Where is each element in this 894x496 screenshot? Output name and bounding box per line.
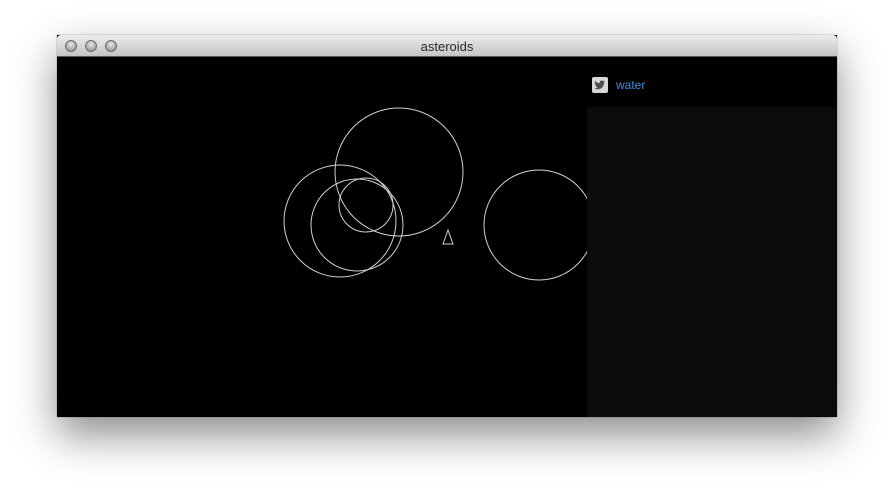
- window-content: water: [57, 57, 837, 417]
- twitter-panel: water: [587, 57, 837, 417]
- asteroid: [483, 169, 595, 281]
- twitter-icon: [592, 77, 608, 93]
- twitter-panel-header: water: [587, 57, 837, 107]
- window-title: asteroids: [420, 39, 474, 54]
- window-titlebar[interactable]: asteroids: [57, 35, 837, 57]
- twitter-feed-area: [587, 107, 837, 417]
- asteroid: [334, 107, 464, 237]
- asteroid: [310, 178, 404, 272]
- app-window: asteroids water: [57, 35, 837, 417]
- player-ship: [442, 228, 454, 245]
- asteroid: [338, 177, 394, 233]
- twitter-search-term-link[interactable]: water: [616, 77, 645, 93]
